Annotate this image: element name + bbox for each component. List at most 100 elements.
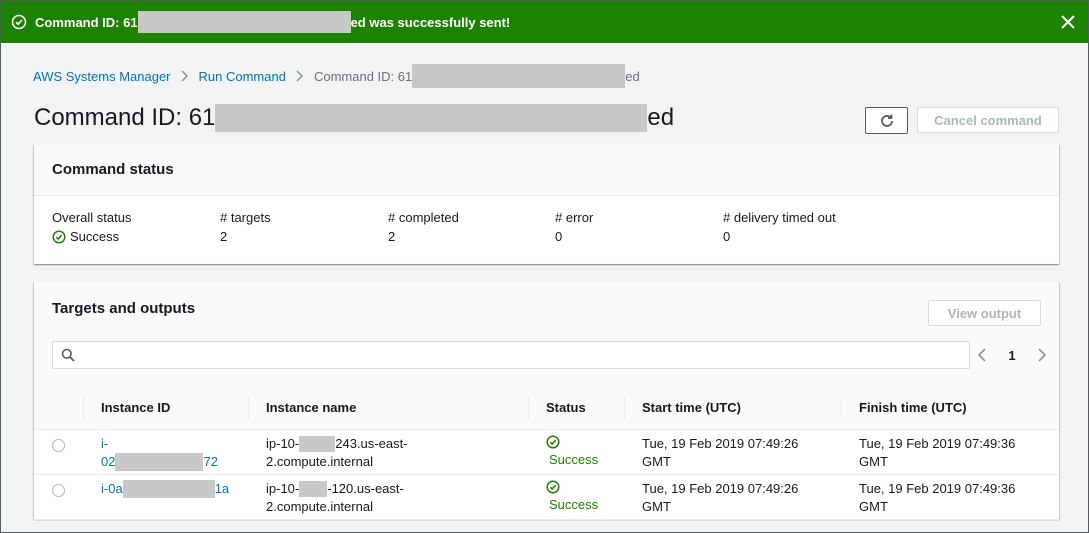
overall-status-label: Overall status [52,210,132,225]
start-time-cell: Tue, 19 Feb 2019 07:49:26 GMT [624,429,841,475]
timed-out-count-value: 0 [723,229,731,244]
column-header-instance-name[interactable]: Instance name [248,387,528,430]
error-count-label: # error [555,210,594,225]
instance-id-link[interactable]: i- 02 72 [101,435,218,472]
overall-status: Overall status Success [52,210,131,244]
previous-page-icon[interactable] [977,348,987,362]
instance-id-line2: 02 [101,453,116,469]
row-radio-button[interactable] [52,483,65,497]
targets-outputs-panel: Targets and outputs View output 1 Instan… [34,282,1059,520]
timed-out-count: # delivery timed out 0 [723,210,836,244]
start-time-line2: GMT [642,453,671,469]
instance-name-line2: 2.compute.internal [266,498,373,514]
status-cell: Success [528,429,624,475]
overall-status-text: Success [70,229,120,244]
check-circle-icon [11,14,27,30]
check-circle-icon [546,479,560,494]
error-count: # error 0 [555,210,593,244]
row-radio-button[interactable] [52,438,65,452]
breadcrumb-current: Command ID: 61 ed [314,64,640,88]
column-header-instance-id[interactable]: Instance ID [83,387,248,430]
targets-count-label: # targets [220,210,271,225]
breadcrumb-current-suffix: ed [625,68,640,84]
instance-id-cell: i-0a 1a [83,474,248,520]
page-title-suffix: ed [647,104,675,131]
instance-name-line2: 2.compute.internal [266,453,373,469]
start-time-line1: Tue, 19 Feb 2019 07:49:26 [642,480,799,496]
redacted-block [299,436,336,453]
search-icon [61,348,75,362]
column-header-start-time[interactable]: Start time (UTC) [624,387,841,430]
check-circle-icon [546,434,560,449]
column-header-status[interactable]: Status [528,387,624,430]
completed-count-value: 2 [388,229,396,244]
targets-count-value: 2 [220,229,228,244]
finish-time-line2: GMT [859,498,888,514]
instance-id-cell: i- 02 72 [83,429,248,475]
redacted-block [115,453,204,472]
breadcrumb-systems-manager[interactable]: AWS Systems Manager [33,69,171,84]
redacted-block [137,11,351,33]
command-status-grid: Overall status Success # targets 2 # com… [34,196,1059,263]
table-row[interactable]: i- 02 72 ip-10- 243.us-east- 2.compute.int… [34,429,1059,475]
next-page-icon[interactable] [1037,348,1047,362]
command-status-header: Command status [34,144,1059,196]
targets-table: Instance ID Instance name Status Start t… [34,387,1059,520]
page-title-prefix: Command ID: 61 [34,104,216,131]
instance-name-suffix: -120.us-east- [327,480,404,496]
breadcrumb: AWS Systems Manager Run Command Command … [33,64,640,88]
targets-outputs-title: Targets and outputs [52,300,196,317]
instance-id-suffix: 72 [203,453,218,469]
instance-name-prefix: ip-10- [266,435,300,451]
instance-name-cell: ip-10- 243.us-east- 2.compute.internal [248,429,528,475]
refresh-button[interactable] [865,107,908,134]
flash-message-suffix: ed was successfully sent! [350,14,511,30]
finish-time-line1: Tue, 19 Feb 2019 07:49:36 [859,480,1016,496]
flash-message: Command ID: 61 ed was successfully sent! [35,11,510,33]
success-flash-banner: Command ID: 61 ed was successfully sent! [1,1,1088,43]
instance-name-suffix: 243.us-east- [335,435,408,451]
completed-count: # completed 2 [388,210,459,244]
targets-count: # targets 2 [220,210,271,244]
finish-time-line1: Tue, 19 Feb 2019 07:49:36 [859,435,1016,451]
current-page-number[interactable]: 1 [1008,348,1015,363]
column-header-finish-time[interactable]: Finish time (UTC) [841,387,1059,430]
cancel-command-button[interactable]: Cancel command [917,107,1059,133]
instance-id-link[interactable]: i-0a 1a [101,480,230,499]
start-time-line1: Tue, 19 Feb 2019 07:49:26 [642,435,799,451]
start-time-line2: GMT [642,498,671,514]
completed-count-label: # completed [388,210,459,225]
page-title: Command ID: 61 ed [34,104,674,132]
flash-message-prefix: Command ID: 61 [35,14,138,30]
status-text: Success [549,451,599,467]
redacted-block [299,481,328,498]
instance-name-prefix: ip-10- [266,480,300,496]
start-time-cell: Tue, 19 Feb 2019 07:49:26 GMT [624,474,841,520]
view-output-button[interactable]: View output [928,300,1041,326]
command-status-panel: Command status Overall status Success # … [34,144,1059,264]
breadcrumb-current-prefix: Command ID: 61 [313,68,413,84]
chevron-right-icon [296,70,304,82]
instance-id-suffix: 1a [214,480,230,496]
search-box [52,341,970,369]
table-row[interactable]: i-0a 1a ip-10- -120.us-east- 2.compute.int… [34,474,1059,520]
timed-out-count-label: # delivery timed out [723,210,836,225]
redacted-block [122,480,215,499]
check-circle-icon [52,229,66,244]
finish-time-cell: Tue, 19 Feb 2019 07:49:36 GMT [841,474,1059,520]
redacted-block [412,64,626,88]
search-input[interactable] [81,343,969,367]
table-header-row: Instance ID Instance name Status Start t… [34,387,1059,430]
instance-id-prefix: i- [101,435,109,451]
row-select-cell [34,474,83,520]
finish-time-cell: Tue, 19 Feb 2019 07:49:36 GMT [841,429,1059,475]
targets-outputs-header: Targets and outputs View output 1 [34,282,1059,387]
overall-status-value: Success [52,229,131,244]
error-count-value: 0 [555,229,563,244]
breadcrumb-run-command[interactable]: Run Command [199,69,286,84]
chevron-right-icon [180,70,189,82]
redacted-block [215,104,648,132]
close-icon[interactable] [1058,12,1078,32]
status-cell: Success [528,474,624,520]
pagination: 1 [977,345,1047,365]
